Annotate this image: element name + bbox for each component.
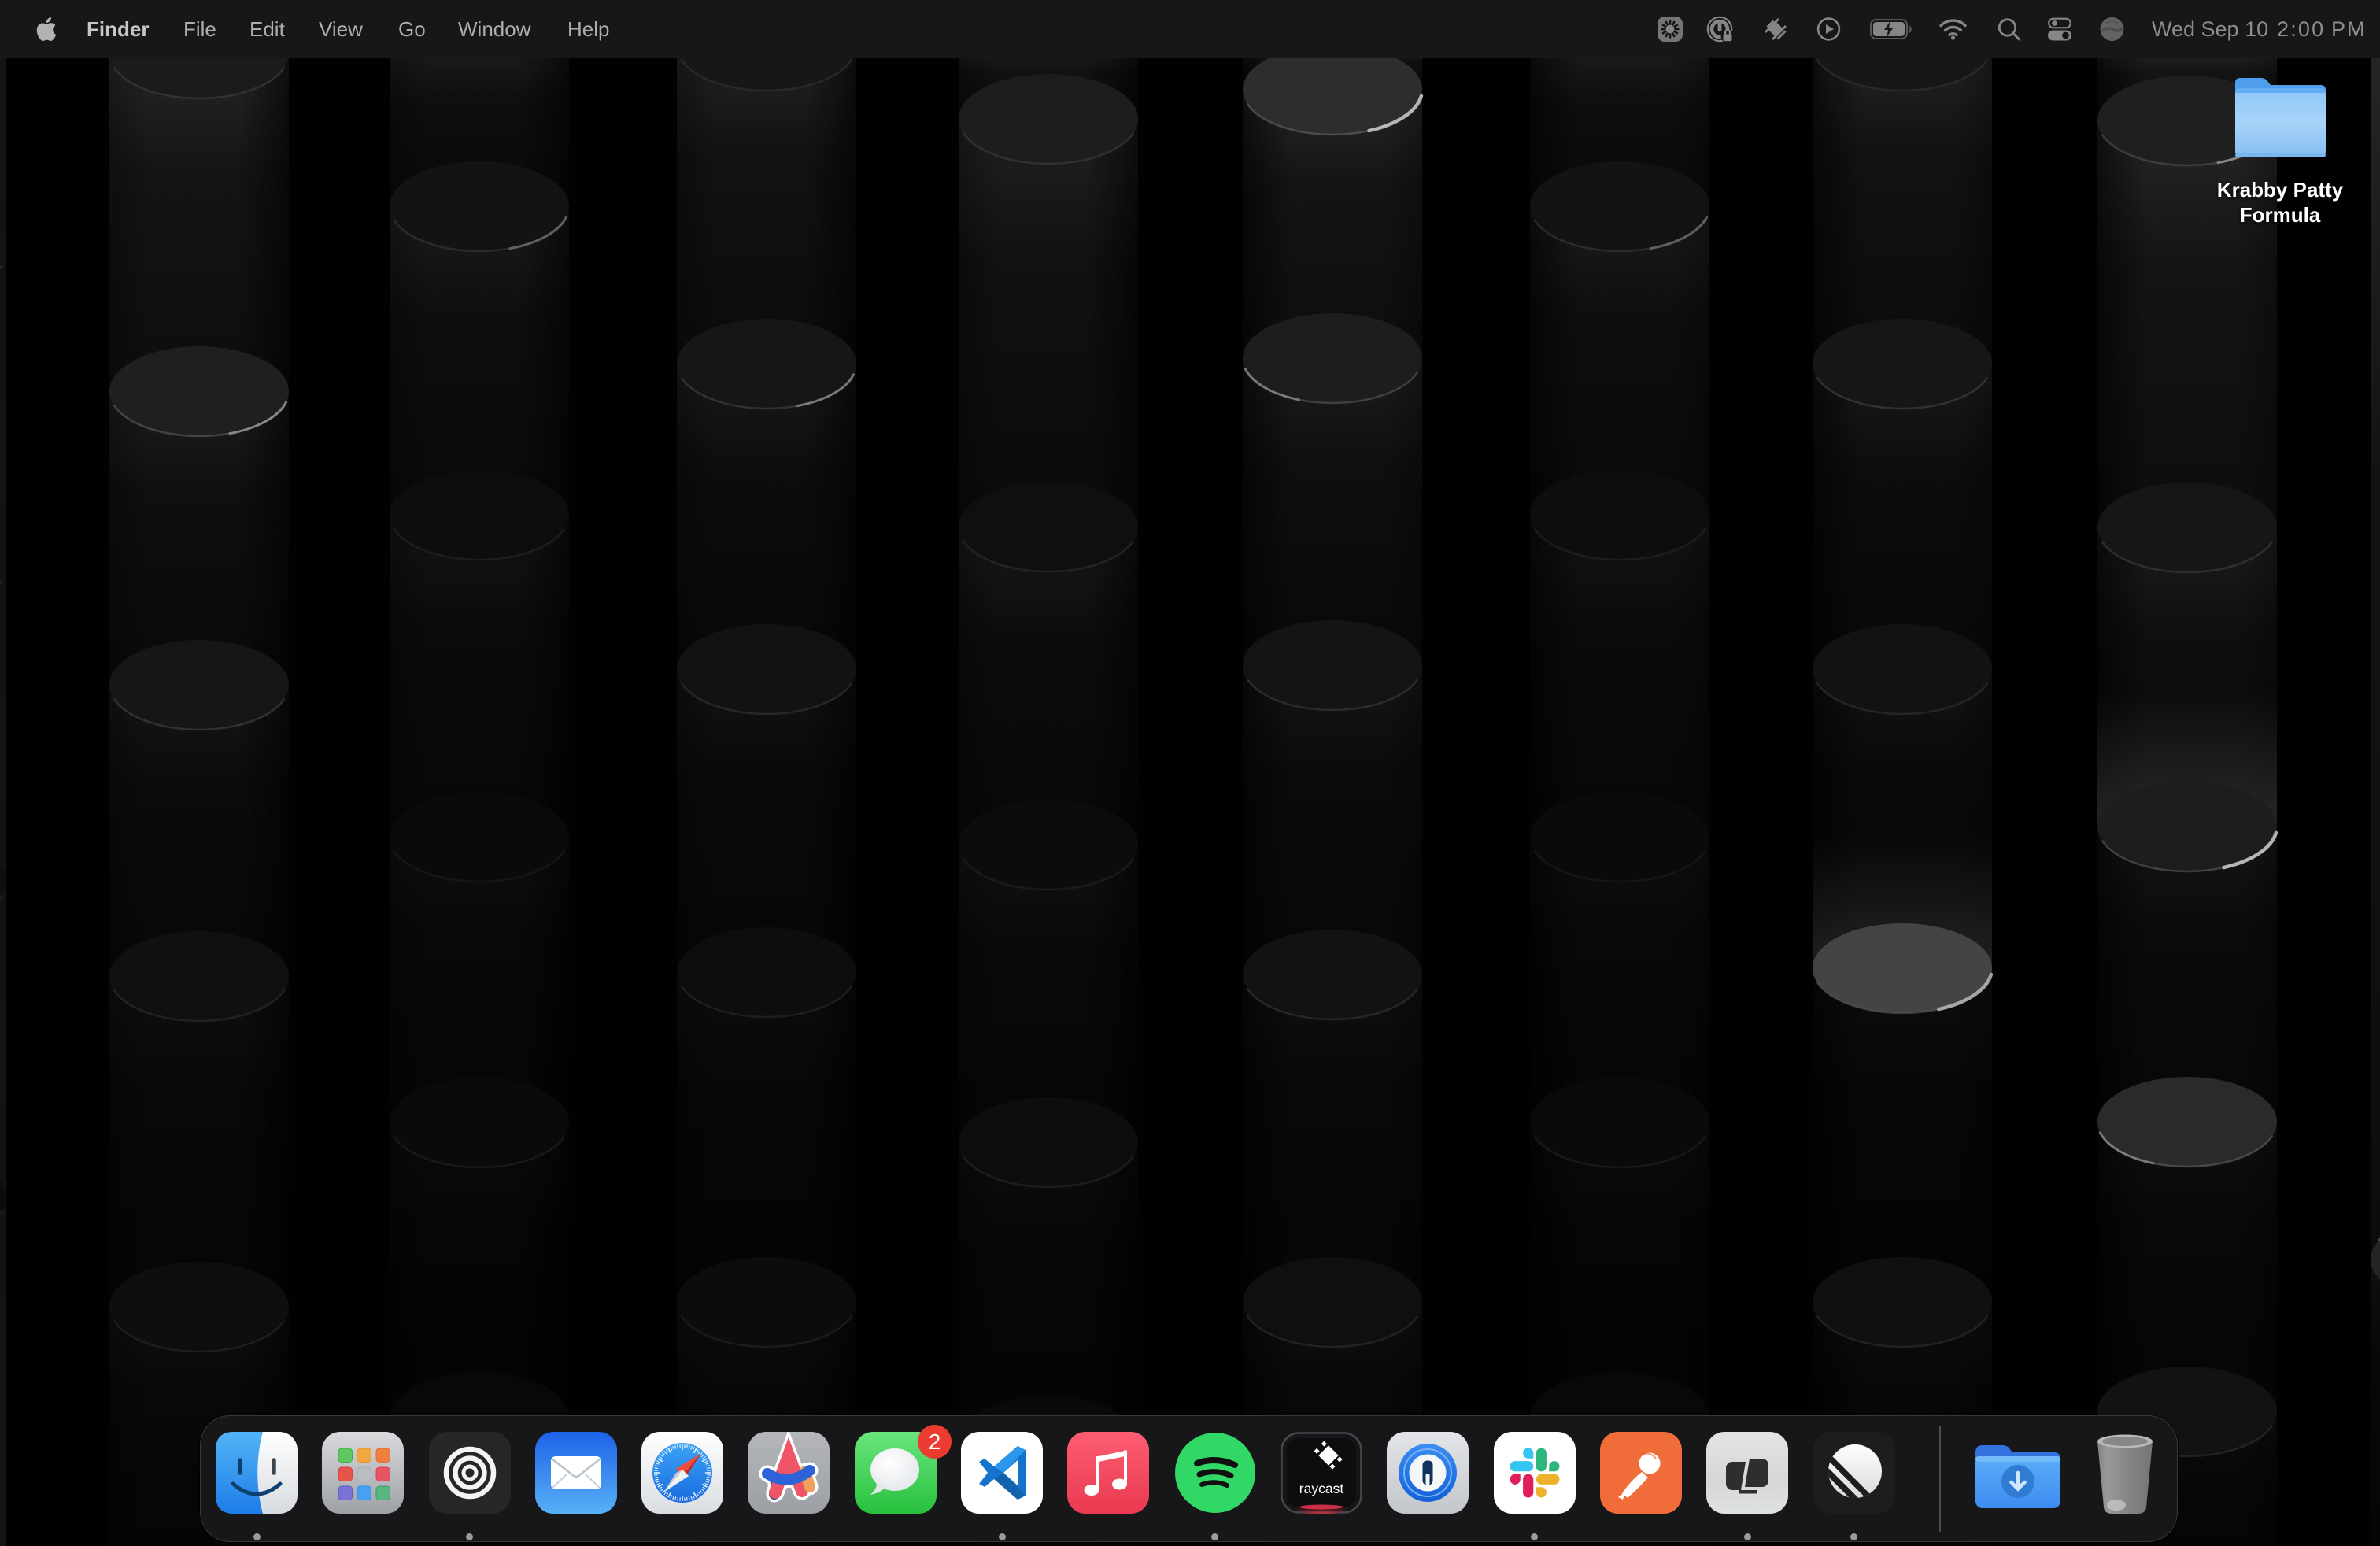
svg-text:raycast: raycast	[1299, 1481, 1344, 1496]
